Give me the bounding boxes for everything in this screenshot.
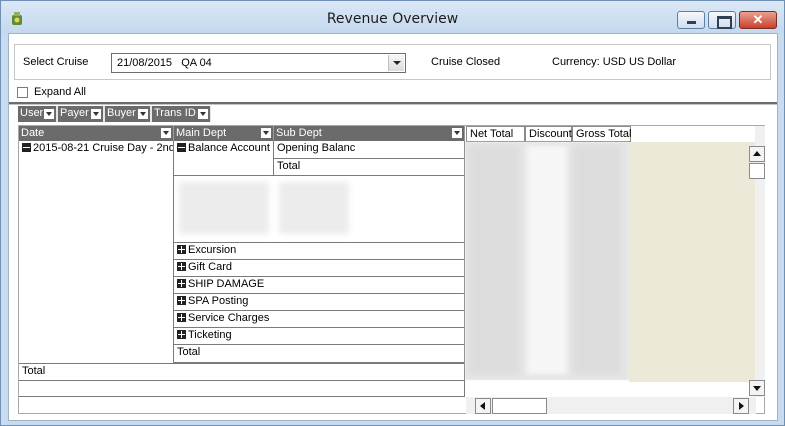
row-header-date[interactable]: Date [19, 126, 174, 141]
scroll-thumb-vertical[interactable] [749, 163, 765, 179]
minimize-icon[interactable] [677, 11, 705, 29]
dropdown-arrow-icon[interactable] [388, 55, 404, 71]
expand-icon[interactable] [177, 313, 186, 322]
row-main-dept-balance-account[interactable]: Balance Account [174, 141, 274, 176]
select-cruise-label: Select Cruise [23, 56, 89, 68]
row-header-main-dept[interactable]: Main Dept [174, 126, 274, 141]
revenue-overview-window: Revenue Overview ✕ Select Cruise 21/08/2… [0, 0, 785, 426]
row-main-dept-gift-card[interactable]: Gift Card [174, 260, 465, 277]
dropdown-arrow-icon[interactable] [91, 109, 101, 119]
row-date-cell[interactable]: 2015-08-21 Cruise Day - 2nd [19, 141, 174, 363]
row-dept-total: Total [174, 345, 465, 363]
collapse-icon[interactable] [22, 143, 31, 152]
dropdown-arrow-icon[interactable] [161, 128, 171, 138]
scroll-up-icon[interactable] [749, 146, 765, 162]
row-main-dept-service-charges[interactable]: Service Charges [174, 311, 465, 328]
cruise-combobox[interactable]: 21/08/2015 QA 04 [111, 53, 406, 73]
row-sub-dept-total: Total [274, 159, 465, 176]
filter-field-buyer[interactable]: Buyer [105, 106, 151, 122]
scroll-right-icon[interactable] [733, 398, 749, 414]
maximize-icon[interactable] [708, 11, 736, 29]
expand-icon[interactable] [177, 296, 186, 305]
column-header-gross-total[interactable]: Gross Total [572, 126, 631, 142]
row-grand-total: Total [19, 363, 465, 381]
grid-footer-row [19, 381, 465, 397]
cruise-status-text: Cruise Closed [431, 56, 501, 68]
column-header-discount[interactable]: Discount [525, 126, 572, 142]
close-icon[interactable]: ✕ [739, 11, 777, 29]
dropdown-arrow-icon[interactable] [261, 128, 271, 138]
collapse-icon[interactable] [177, 143, 186, 152]
currency-text: Currency: USD US Dollar [552, 56, 677, 68]
expand-all-checkbox[interactable] [17, 87, 28, 98]
row-header-sub-dept[interactable]: Sub Dept [274, 126, 465, 141]
cruise-selector-group: Select Cruise 21/08/2015 QA 04 Cruise Cl… [14, 44, 771, 80]
scroll-left-icon[interactable] [475, 398, 491, 414]
expand-icon[interactable] [177, 262, 186, 271]
redacted-rows [174, 176, 465, 243]
pivot-grid: Date Main Dept Sub Dept 2015-08-21 Cruis… [18, 125, 765, 414]
title-bar[interactable]: Revenue Overview ✕ [1, 1, 784, 33]
row-main-dept-ship-damage[interactable]: SHIP DAMAGE [174, 277, 465, 294]
column-header-net-total[interactable]: Net Total [466, 126, 525, 142]
dropdown-arrow-icon[interactable] [138, 109, 148, 119]
row-main-dept-spa-posting[interactable]: SPA Posting [174, 294, 465, 311]
window-title: Revenue Overview [326, 11, 459, 27]
empty-grid-area [629, 142, 755, 382]
scroll-thumb-horizontal[interactable] [492, 398, 547, 414]
filter-field-user[interactable]: User [18, 106, 57, 122]
row-main-dept-excursion[interactable]: Excursion [174, 243, 465, 260]
dropdown-arrow-icon[interactable] [44, 109, 54, 119]
client-area: Select Cruise 21/08/2015 QA 04 Cruise Cl… [8, 33, 778, 421]
expand-icon[interactable] [177, 279, 186, 288]
section-divider [9, 102, 777, 105]
expand-icon[interactable] [177, 330, 186, 339]
expand-all-label[interactable]: Expand All [34, 86, 86, 98]
row-main-dept-ticketing[interactable]: Ticketing [174, 328, 465, 345]
data-values-redacted [465, 142, 629, 380]
row-sub-dept-opening-balance[interactable]: Opening Balanc [274, 141, 465, 159]
scroll-down-icon[interactable] [749, 380, 765, 396]
expand-icon[interactable] [177, 245, 186, 254]
dropdown-arrow-icon[interactable] [198, 109, 208, 119]
filter-field-payer[interactable]: Payer [58, 106, 104, 122]
filter-field-area: User Payer Buyer Trans ID [18, 106, 211, 122]
filter-field-trans-id[interactable]: Trans ID [152, 106, 211, 122]
dropdown-arrow-icon[interactable] [452, 128, 462, 138]
cruise-combobox-value: 21/08/2015 QA 04 [117, 57, 212, 69]
